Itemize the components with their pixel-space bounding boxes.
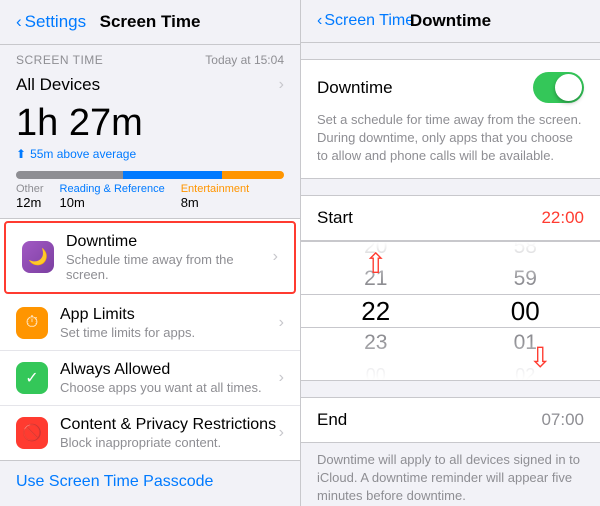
bar-other	[16, 171, 123, 179]
settings-back-button[interactable]: ‹ Settings	[16, 12, 86, 32]
end-time-row[interactable]: End 07:00	[301, 397, 600, 443]
chevron-left-icon: ‹	[16, 12, 22, 32]
start-time-row[interactable]: Start 22:00	[301, 195, 600, 241]
downtime-text: Downtime Schedule time away from the scr…	[66, 233, 273, 282]
end-value: 07:00	[541, 410, 584, 430]
downtime-description: Set a schedule for time away from the sc…	[317, 111, 584, 166]
menu-item-app-limits[interactable]: ⏱ App Limits Set time limits for apps. ›	[0, 296, 300, 351]
right-nav-title: Downtime	[410, 11, 491, 31]
picker-columns: 19 20 21 22 23 00 01 57 58 59 00 01 02 0…	[301, 241, 600, 381]
left-panel: ‹ Settings Screen Time SCREEN TIME Today…	[0, 0, 300, 506]
start-value: 22:00	[541, 208, 584, 228]
bar-labels: Other 12m Reading & Reference 10m Entert…	[0, 181, 300, 218]
content-privacy-subtitle: Block inappropriate content.	[60, 435, 279, 450]
screen-time-header: SCREEN TIME Today at 15:04	[0, 45, 300, 71]
downtime-icon: 🌙	[22, 241, 54, 273]
bar-label-other: Other 12m	[16, 183, 44, 210]
picker-minutes-col[interactable]: 57 58 59 00 01 02 03	[451, 241, 600, 381]
picker-min-00: 00	[451, 295, 600, 327]
right-nav-bar: ‹ Screen Time Downtime	[301, 0, 600, 43]
bar-label-entertainment-name: Entertainment	[181, 183, 249, 195]
passcode-link[interactable]: Use Screen Time Passcode	[0, 461, 300, 503]
progress-bar	[16, 171, 284, 179]
content-privacy-chevron-icon: ›	[279, 424, 284, 442]
picker-hour-22: 22	[301, 295, 451, 327]
bar-reading	[123, 171, 222, 179]
bar-label-reading-name: Reading & Reference	[60, 183, 165, 195]
above-average: ⬆ 55m above average	[16, 147, 284, 161]
app-limits-subtitle: Set time limits for apps.	[60, 325, 279, 340]
downtime-section-title: Downtime	[317, 78, 393, 98]
bar-label-entertainment: Entertainment 8m	[181, 183, 249, 210]
start-label: Start	[317, 208, 353, 228]
content-privacy-icon: 🚫	[16, 417, 48, 449]
end-description: Downtime will apply to all devices signe…	[301, 443, 600, 506]
menu-item-content-privacy[interactable]: 🚫 Content & Privacy Restrictions Block i…	[0, 406, 300, 460]
always-allowed-subtitle: Choose apps you want at all times.	[60, 380, 279, 395]
menu-list: 🌙 Downtime Schedule time away from the s…	[0, 218, 300, 461]
right-content: Downtime Set a schedule for time away fr…	[301, 43, 600, 506]
app-limits-icon: ⏱	[16, 307, 48, 339]
downtime-chevron-icon: ›	[273, 248, 278, 266]
picker-min-59: 59	[451, 263, 600, 295]
bar-label-reading-time: 10m	[60, 195, 165, 210]
downtime-toggle[interactable]	[533, 72, 584, 103]
time-picker[interactable]: ⇧ ⇩ 19 20 21 22 23 00 01 57 58 59	[301, 241, 600, 381]
big-time: 1h 27m	[16, 103, 284, 145]
bar-label-reading: Reading & Reference 10m	[60, 183, 165, 210]
always-allowed-text: Always Allowed Choose apps you want at a…	[60, 361, 279, 395]
picker-min-58: 58	[451, 241, 600, 263]
bar-label-entertainment-time: 8m	[181, 195, 249, 210]
downtime-toggle-section: Downtime Set a schedule for time away fr…	[301, 59, 600, 179]
picker-min-01: 01	[451, 327, 600, 359]
settings-back-label: Settings	[25, 12, 86, 32]
picker-down-arrow: ⇩	[528, 344, 551, 372]
always-allowed-icon: ✓	[16, 362, 48, 394]
time-display: 1h 27m ⬆ 55m above average	[0, 99, 300, 165]
bar-entertainment	[222, 171, 284, 179]
screen-time-label: SCREEN TIME	[16, 53, 103, 67]
app-limits-chevron-icon: ›	[279, 314, 284, 332]
end-label: End	[317, 410, 347, 430]
device-chevron-icon: ›	[279, 76, 284, 94]
picker-hour-00: 00	[301, 359, 451, 381]
toggle-thumb	[555, 74, 582, 101]
app-limits-title: App Limits	[60, 306, 279, 324]
app-limits-text: App Limits Set time limits for apps.	[60, 306, 279, 340]
picker-up-arrow: ⇧	[364, 250, 387, 278]
device-label: All Devices	[16, 75, 100, 95]
downtime-subtitle: Schedule time away from the screen.	[66, 252, 273, 282]
content-privacy-text: Content & Privacy Restrictions Block ina…	[60, 416, 279, 450]
avg-icon: ⬆	[16, 147, 26, 161]
screen-time-back-button[interactable]: ‹ Screen Time	[317, 12, 414, 30]
menu-item-downtime[interactable]: 🌙 Downtime Schedule time away from the s…	[4, 221, 296, 294]
left-nav-bar: ‹ Settings Screen Time	[0, 0, 300, 45]
device-selector[interactable]: All Devices ›	[0, 71, 300, 99]
right-chevron-left-icon: ‹	[317, 12, 322, 30]
bar-label-other-time: 12m	[16, 195, 44, 210]
content-privacy-title: Content & Privacy Restrictions	[60, 416, 279, 434]
bar-label-other-name: Other	[16, 183, 44, 195]
menu-item-always-allowed[interactable]: ✓ Always Allowed Choose apps you want at…	[0, 351, 300, 406]
left-nav-title: Screen Time	[100, 12, 201, 32]
downtime-title: Downtime	[66, 233, 273, 251]
screen-time-date: Today at 15:04	[205, 53, 284, 67]
right-panel: ‹ Screen Time Downtime Downtime Set a sc…	[300, 0, 600, 506]
picker-min-02: 02	[451, 359, 600, 381]
avg-text: 55m above average	[30, 147, 136, 161]
downtime-row: Downtime	[317, 72, 584, 103]
picker-hour-23: 23	[301, 327, 451, 359]
always-allowed-title: Always Allowed	[60, 361, 279, 379]
progress-bar-container	[0, 165, 300, 181]
always-allowed-chevron-icon: ›	[279, 369, 284, 387]
screen-time-back-label: Screen Time	[324, 12, 414, 30]
